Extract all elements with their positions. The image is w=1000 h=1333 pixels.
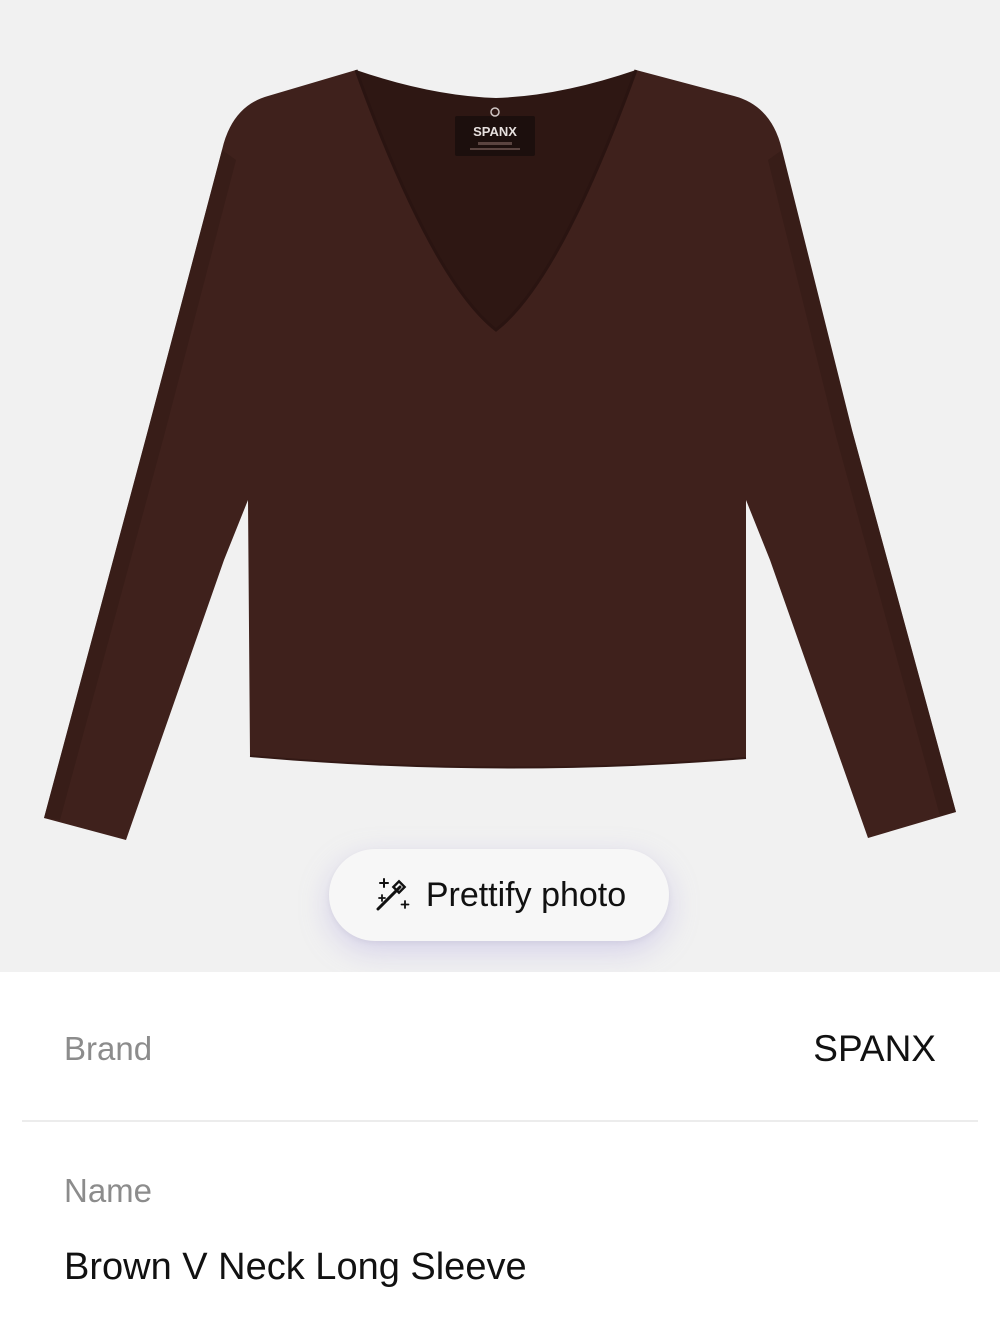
divider — [22, 1120, 978, 1122]
brand-value: SPANX — [813, 1028, 936, 1069]
item-details: Brand SPANX Name Brown V Neck Long Sleev… — [0, 972, 1000, 1333]
brand-label: Brand — [64, 1030, 153, 1067]
brand-row[interactable]: Brand SPANX — [0, 972, 1000, 1120]
magic-wand-sparkles-icon — [372, 875, 412, 915]
prettify-photo-label: Prettify photo — [425, 875, 627, 914]
shirt-brand-label: SPANX — [473, 124, 517, 139]
name-label: Name — [64, 1172, 153, 1209]
prettify-photo-button[interactable]: Prettify photo — [329, 849, 669, 941]
name-value[interactable]: Brown V Neck Long Sleeve — [64, 1246, 527, 1289]
product-photo-area[interactable]: SPANX Prettify photo — [0, 0, 1000, 972]
product-photo: SPANX — [44, 69, 956, 840]
item-detail-screen: SPANX Prettify photo Brand SPANX Name Br… — [0, 0, 1000, 1333]
